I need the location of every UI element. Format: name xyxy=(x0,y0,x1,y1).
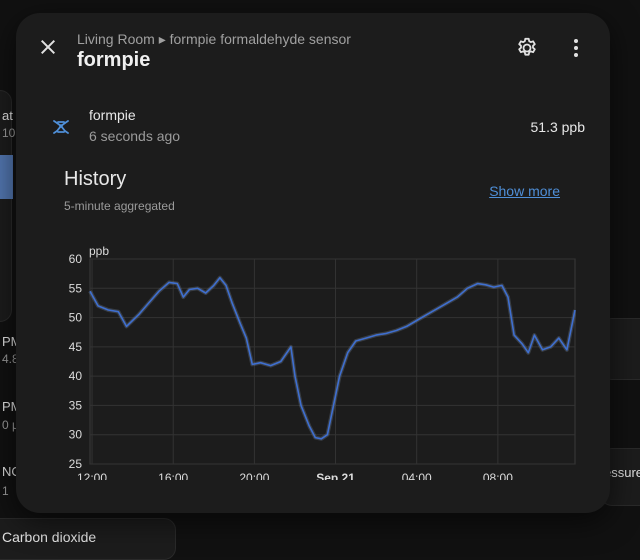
background-card-left xyxy=(0,90,12,322)
close-button[interactable] xyxy=(36,35,60,59)
x-tick-label: 04:00 xyxy=(402,471,432,480)
background-item-carbon-dioxide[interactable]: Carbon dioxide xyxy=(2,529,96,545)
x-tick-label: Sep 21 xyxy=(316,471,355,480)
show-more-link[interactable]: Show more xyxy=(489,183,560,199)
y-tick-label: 45 xyxy=(69,340,83,354)
entity-last-changed: 6 seconds ago xyxy=(89,128,181,144)
y-tick-label: 50 xyxy=(69,311,83,325)
series-band xyxy=(88,275,576,441)
background-item-title: PM xyxy=(2,334,16,349)
more-options-button[interactable] xyxy=(564,36,588,60)
y-tick-label: 40 xyxy=(69,369,83,383)
history-subtitle: 5-minute aggregated xyxy=(64,199,175,213)
background-item-title: PM xyxy=(2,399,16,414)
x-tick-label: 12:00 xyxy=(77,471,107,480)
history-chart[interactable]: 25 30 35 40 45 50 55 60 12:00 16:00 20:00 Sep 21 04… xyxy=(56,235,576,480)
dialog-title: formpie xyxy=(77,49,151,71)
background-item-value: 0 µ xyxy=(2,418,16,432)
x-tick-label: 20:00 xyxy=(239,471,269,480)
x-tick-label: 16:00 xyxy=(158,471,188,480)
history-title: History xyxy=(64,168,127,190)
background-item-value: 1 xyxy=(2,484,9,498)
background-item-value: 10 xyxy=(2,126,16,140)
settings-button[interactable] xyxy=(515,36,539,60)
close-icon xyxy=(41,40,55,54)
entity-name: formpie xyxy=(89,107,136,123)
background-graph-bar xyxy=(0,155,13,199)
x-tick-label: 08:00 xyxy=(483,471,513,480)
y-tick-label: 35 xyxy=(69,398,83,412)
y-tick-label: 30 xyxy=(69,428,83,442)
background-item-title: at xyxy=(2,108,13,123)
more-info-dialog: Living Room ▸ formpie formaldehyde senso… xyxy=(16,13,610,513)
background-item-value: 4.8 xyxy=(2,352,16,366)
y-tick-label: 55 xyxy=(69,281,83,295)
molecule-icon xyxy=(49,114,73,138)
breadcrumb[interactable]: Living Room ▸ formpie formaldehyde senso… xyxy=(77,31,351,48)
y-tick-label: 25 xyxy=(69,457,83,471)
gear-icon xyxy=(518,37,536,56)
y-axis-label: ppb xyxy=(89,244,109,258)
y-tick-label: 60 xyxy=(69,252,83,266)
background-item-title: NO xyxy=(2,464,16,479)
entity-state: 51.3 ppb xyxy=(530,119,586,135)
more-vertical-icon xyxy=(574,39,578,57)
